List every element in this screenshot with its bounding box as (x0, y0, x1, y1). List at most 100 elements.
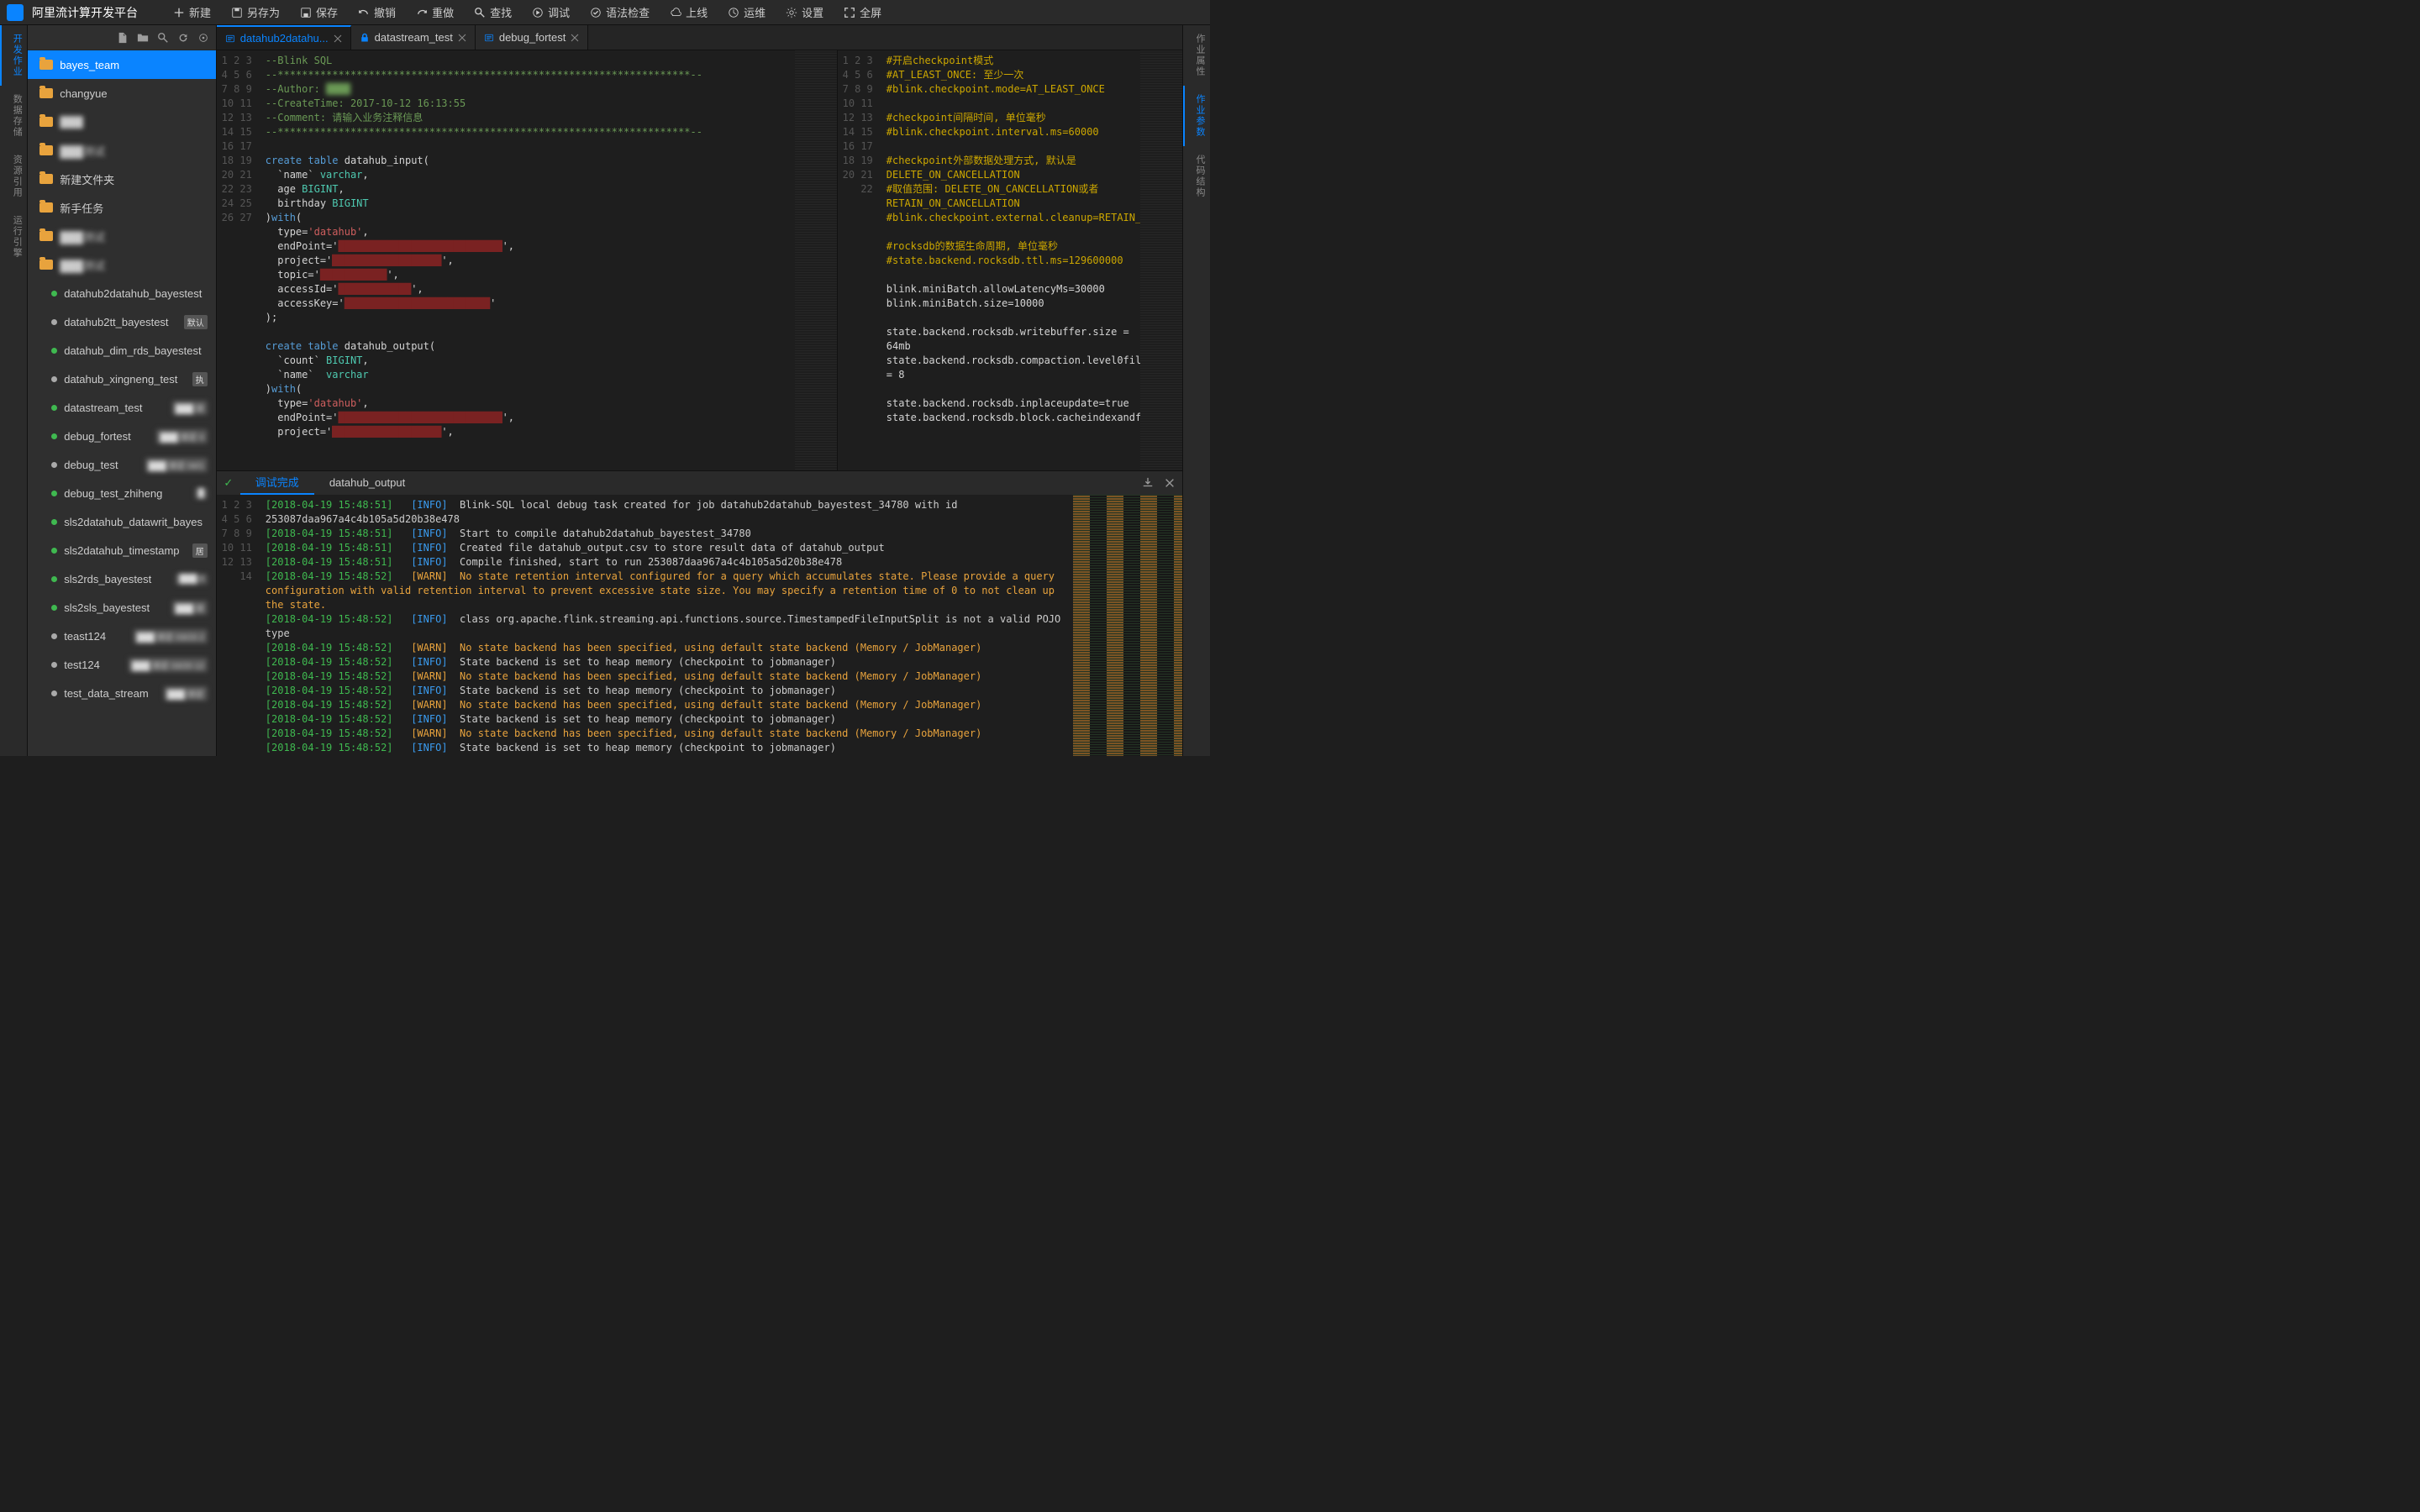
log-line: [2018-04-19 15:48:52] [INFO] State backe… (266, 741, 1066, 755)
status-dot-icon (51, 662, 57, 668)
folder-icon (39, 117, 53, 127)
folder-item[interactable]: 新手任务 (28, 193, 216, 222)
editor-tab[interactable]: debug_fortest (476, 25, 589, 50)
left-rail-item[interactable]: 开发作业 (0, 25, 27, 86)
folder-item[interactable]: ███测试 (28, 136, 216, 165)
console-minimap-icon[interactable] (1073, 495, 1182, 756)
right-rail: 作业属性作业参数代码结构 (1182, 25, 1210, 756)
toolbar-label: 设置 (802, 4, 823, 20)
status-dot-icon (51, 462, 57, 468)
file-item[interactable]: test124███ 锁定 03/20 12 (28, 650, 216, 679)
toolbar-expand-button[interactable]: 全屏 (834, 0, 892, 25)
log-line: [2018-04-19 15:48:52] [WARN] No state ba… (266, 727, 1066, 741)
right-rail-item[interactable]: 作业参数 (1183, 86, 1210, 146)
file-item[interactable]: datahub_dim_rds_bayestest (28, 336, 216, 365)
toolbar-clock-button[interactable]: 运维 (718, 0, 776, 25)
file-item[interactable]: datahub2datahub_bayestest (28, 279, 216, 307)
file-label: datahub2datahub_bayestest (64, 287, 208, 300)
code-area[interactable]: #开启checkpoint模式 #AT_LEAST_ONCE: 至少一次 #bl… (880, 50, 1140, 470)
folder-item[interactable]: bayes_team (28, 50, 216, 79)
file-tree[interactable]: bayes_teamchangyue██████测试新建文件夹新手任务███测试… (28, 50, 216, 756)
toolbar-search-button[interactable]: 查找 (464, 0, 522, 25)
file-item[interactable]: datahub_xingneng_test执 (28, 365, 216, 393)
minimap-icon[interactable] (1140, 50, 1182, 470)
file-badge: ███ 锁定 0 (156, 429, 207, 444)
toolbar-save-as-button[interactable]: 另存为 (221, 0, 290, 25)
editor-left[interactable]: 1 2 3 4 5 6 7 8 9 10 11 12 13 14 15 16 1… (217, 50, 838, 470)
toolbar-gear-button[interactable]: 设置 (776, 0, 834, 25)
file-item[interactable]: datahub2tt_bayestest默认 (28, 307, 216, 336)
log-line: [2018-04-19 15:48:52] [INFO] class org.a… (266, 612, 1066, 641)
left-rail-item[interactable]: 资源引用 (0, 146, 27, 207)
file-item[interactable]: debug_fortest███ 锁定 0 (28, 422, 216, 450)
line-gutter: 1 2 3 4 5 6 7 8 9 10 11 12 13 14 (217, 495, 259, 756)
play-icon (532, 7, 544, 18)
file-item[interactable]: sls2datahub_datawrit_bayes (28, 507, 216, 536)
console-panel: ✓ 调试完成 datahub_output 1 2 3 4 5 6 7 8 9 … (217, 470, 1182, 756)
file-item[interactable]: test_data_stream███ 锁定 (28, 679, 216, 707)
toolbar-redo-button[interactable]: 重做 (406, 0, 464, 25)
editor-tab[interactable]: datahub2datahu... (217, 25, 351, 50)
close-icon[interactable] (458, 34, 466, 42)
toolbar-label: 新建 (189, 4, 211, 20)
new-file-icon[interactable] (117, 32, 129, 44)
folder-item[interactable]: ███测试 (28, 222, 216, 250)
console-tab-debug[interactable]: 调试完成 (240, 471, 314, 495)
editor-right[interactable]: 1 2 3 4 5 6 7 8 9 10 11 12 13 14 15 16 1… (838, 50, 1182, 470)
locate-icon[interactable] (197, 32, 209, 44)
file-badge: ███ 锁 (172, 601, 208, 615)
toolbar-play-button[interactable]: 调试 (522, 0, 580, 25)
minimap-icon[interactable] (795, 50, 837, 470)
close-icon[interactable] (334, 34, 342, 43)
folder-item[interactable]: ███测试 (28, 250, 216, 279)
toolbar-label: 运维 (744, 4, 765, 20)
search-icon[interactable] (157, 32, 169, 44)
close-icon[interactable] (1164, 477, 1176, 489)
check-icon: ✓ (217, 476, 240, 490)
export-icon[interactable] (1142, 477, 1154, 489)
file-label: teast124 (64, 630, 126, 643)
folder-item[interactable]: 新建文件夹 (28, 165, 216, 193)
toolbar-undo-button[interactable]: 撤销 (348, 0, 406, 25)
folder-item[interactable]: ███ (28, 108, 216, 136)
tab-label: debug_fortest (499, 31, 566, 44)
folder-icon (39, 260, 53, 270)
expand-icon (844, 7, 855, 18)
console-log[interactable]: [2018-04-19 15:48:51] [INFO] Blink-SQL l… (259, 495, 1073, 756)
clock-icon (728, 7, 739, 18)
refresh-icon[interactable] (177, 32, 189, 44)
file-item[interactable]: debug_test_zhiheng█ (28, 479, 216, 507)
right-rail-item[interactable]: 代码结构 (1183, 146, 1210, 207)
folder-icon (39, 145, 53, 155)
sql-icon (225, 34, 235, 44)
status-dot-icon (51, 519, 57, 525)
right-rail-item[interactable]: 作业属性 (1183, 25, 1210, 86)
app-title: 阿里流计算开发平台 (32, 4, 138, 21)
file-item[interactable]: sls2rds_bayestest███ 4 (28, 564, 216, 593)
file-item[interactable]: teast124███ 锁定 03/23 2 (28, 622, 216, 650)
file-item[interactable]: sls2sls_bayestest███ 锁 (28, 593, 216, 622)
editor-tab[interactable]: datastream_test (351, 25, 476, 50)
console-tab-output[interactable]: datahub_output (314, 471, 420, 495)
code-area[interactable]: --Blink SQL --**************************… (259, 50, 795, 470)
toolbar-check-button[interactable]: 语法检查 (580, 0, 660, 25)
folder-label: bayes_team (60, 59, 208, 71)
folder-item[interactable]: changyue (28, 79, 216, 108)
left-rail-item[interactable]: 数据存储 (0, 86, 27, 146)
toolbar-plus-button[interactable]: 新建 (163, 0, 221, 25)
file-badge: ███ 4 (176, 574, 208, 585)
new-folder-icon[interactable] (137, 32, 149, 44)
close-icon[interactable] (571, 34, 579, 42)
toolbar-cloud-button[interactable]: 上线 (660, 0, 718, 25)
folder-icon (39, 231, 53, 241)
file-item[interactable]: sls2datahub_timestamp居 (28, 536, 216, 564)
file-badge: 居 (192, 543, 208, 558)
file-item[interactable]: datastream_test███ 锁 (28, 393, 216, 422)
sql-icon (484, 33, 494, 43)
left-rail-item[interactable]: 运行引擎 (0, 207, 27, 267)
status-dot-icon (51, 633, 57, 639)
folder-icon (39, 174, 53, 184)
toolbar-label: 另存为 (247, 4, 280, 20)
toolbar-save-button[interactable]: 保存 (290, 0, 348, 25)
file-item[interactable]: debug_test███ 锁定 04/1 (28, 450, 216, 479)
